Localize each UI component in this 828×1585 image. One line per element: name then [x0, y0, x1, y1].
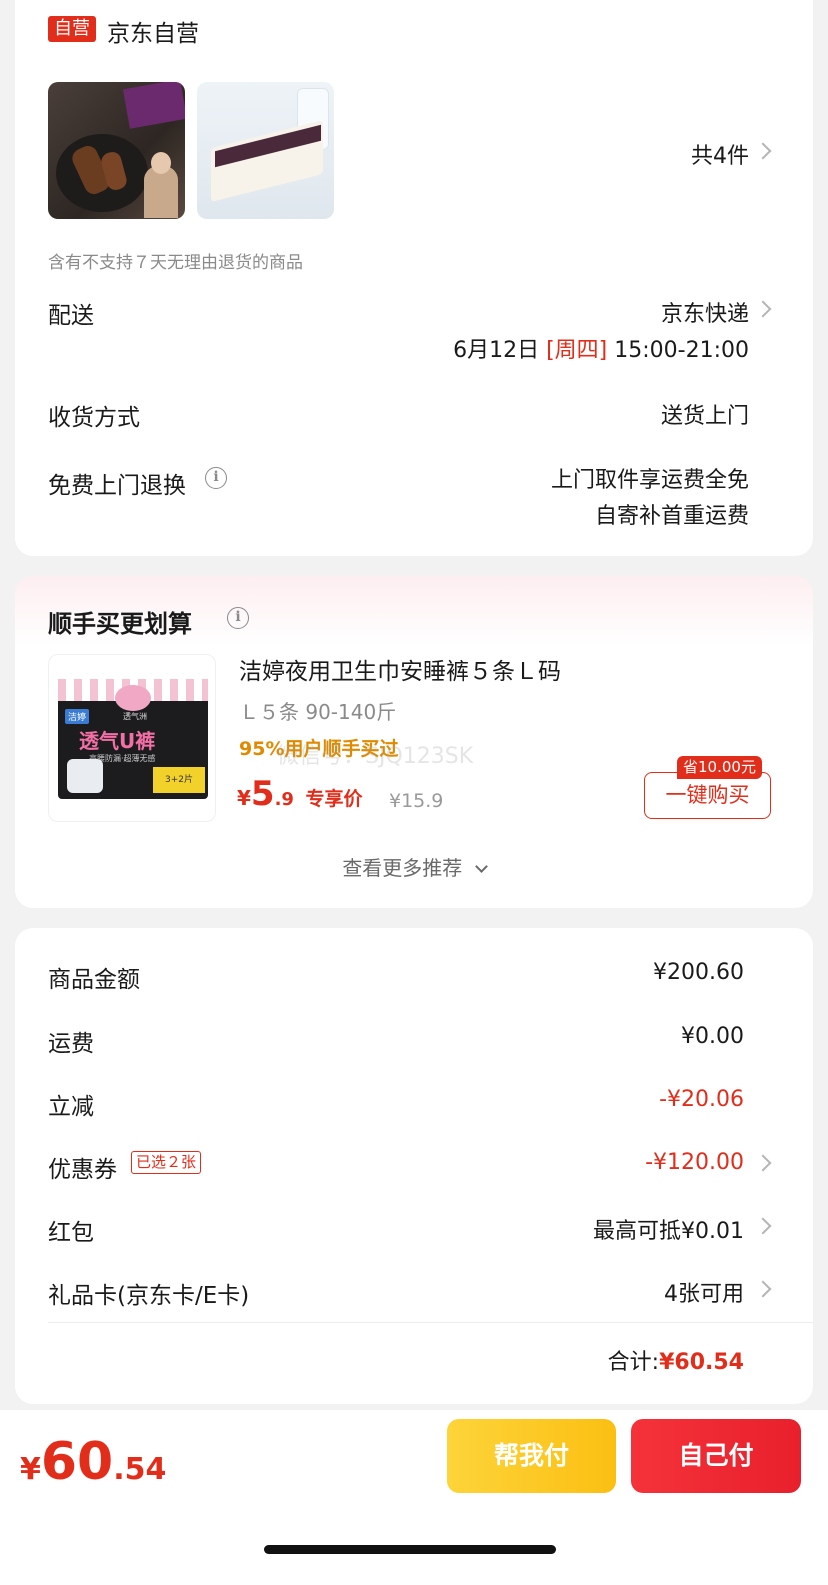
shipping-label: 运费 [48, 1031, 94, 1057]
save-badge: 省10.00元 [677, 756, 762, 779]
return-notice: 含有不支持７天无理由退货的商品 [48, 253, 303, 273]
goods-amount-value: ¥200.60 [653, 960, 744, 985]
package-brand: 洁婷 [65, 709, 90, 724]
recommend-price: ¥5.9 专享价 [237, 774, 363, 814]
watermark: 微信号：SJQ123SK [277, 744, 474, 769]
recommend-title: 顺手买更划算 [48, 610, 192, 638]
delivery-date: 6月12日 [453, 338, 540, 363]
delivery-carrier[interactable]: 京东快递 [661, 296, 749, 328]
coupon-label: 优惠券 [48, 1157, 117, 1183]
free-return-label: 免费上门退换 [48, 473, 186, 499]
red-packet-value[interactable]: 最高可抵¥0.01 [593, 1213, 744, 1245]
divider [48, 1322, 813, 1323]
info-icon[interactable]: i [205, 467, 227, 489]
package-main-text: 透气U裤 [79, 729, 156, 753]
recommend-original-price: ¥15.9 [389, 790, 444, 812]
gift-card-label: 礼品卡(京东卡/E卡) [48, 1283, 250, 1309]
product-thumbnail-wafer[interactable] [197, 82, 334, 219]
recommend-card: 顺手买更划算 i 洁婷 透气洲 透气U裤 高腰防漏·超薄无感 3+2片 洁婷夜用… [15, 576, 813, 908]
free-return-line1: 上门取件享运费全免 [550, 468, 749, 493]
self-pay-button[interactable]: 自己付 [631, 1419, 801, 1493]
final-price-symbol: ¥ [20, 1452, 41, 1487]
package-count: 3+2片 [153, 767, 205, 793]
final-price: ¥60.54 [20, 1432, 166, 1492]
more-recommend-label: 查看更多推荐 [342, 856, 463, 880]
shipping-value: ¥0.00 [681, 1024, 744, 1049]
instant-discount-label: 立减 [48, 1094, 94, 1120]
price-tag: 专享价 [305, 788, 363, 810]
subtotal-value: ¥60.54 [659, 1350, 744, 1375]
chevron-right-icon[interactable] [754, 1154, 772, 1172]
chevron-right-icon[interactable] [754, 1217, 772, 1235]
final-price-decimal: .54 [113, 1452, 167, 1487]
price-decimal: .9 [274, 789, 294, 810]
chevron-right-icon[interactable] [754, 300, 772, 318]
chevron-down-icon [474, 860, 488, 873]
order-card: 自营 京东自营 共4件 含有不支持７天无理由退货的商品 配送 京东快递 6月12… [15, 0, 813, 556]
item-count[interactable]: 共4件 [691, 138, 749, 170]
recommend-product-image[interactable]: 洁婷 透气洲 透气U裤 高腰防漏·超薄无感 3+2片 [48, 654, 216, 822]
gift-card-value[interactable]: 4张可用 [664, 1276, 744, 1308]
buy-now-button[interactable]: 一键购买 [644, 772, 771, 819]
more-recommend-link[interactable]: 查看更多推荐 [15, 852, 813, 881]
price-symbol: ¥ [237, 786, 251, 810]
subtotal: 合计:¥60.54 [608, 1344, 744, 1376]
receive-method-value: 送货上门 [660, 404, 749, 429]
summary-card: 商品金额 ¥200.60 运费 ¥0.00 立减 -¥20.06 优惠券 已选２… [15, 928, 813, 1404]
help-me-pay-button[interactable]: 帮我付 [447, 1419, 616, 1493]
delivery-slot: 15:00-21:00 [614, 338, 749, 363]
chevron-right-icon[interactable] [754, 142, 772, 160]
instant-discount-value: -¥20.06 [659, 1087, 744, 1112]
receive-method-label: 收货方式 [48, 405, 140, 431]
home-indicator [264, 1545, 556, 1554]
coupon-selected-badge: 已选２张 [131, 1151, 202, 1174]
info-icon[interactable]: i [227, 607, 249, 629]
delivery-weekday: [周四] [546, 338, 608, 363]
package-sub-brand: 透气洲 [123, 712, 147, 721]
recommend-product-name[interactable]: 洁婷夜用卫生巾安睡裤５条Ｌ码 [239, 652, 561, 686]
delivery-label: 配送 [48, 303, 94, 329]
goods-amount-label: 商品金额 [48, 967, 140, 993]
chevron-right-icon[interactable] [754, 1280, 772, 1298]
recommend-product-spec: Ｌ５条 90-140斤 [239, 700, 397, 724]
delivery-time: 6月12日 [周四] 15:00-21:00 [453, 332, 749, 364]
bottom-pay-bar: ¥60.54 帮我付 自己付 [0, 1410, 828, 1585]
price-integer: 5 [250, 774, 275, 814]
coupon-value[interactable]: -¥120.00 [645, 1150, 744, 1175]
self-operated-badge: 自营 [48, 16, 96, 42]
red-packet-label: 红包 [48, 1220, 94, 1246]
product-thumbnail-ice-cream[interactable] [48, 82, 185, 219]
final-price-integer: 60 [40, 1432, 114, 1492]
free-return-line2: 自寄补首重运费 [594, 504, 749, 529]
subtotal-label: 合计: [607, 1350, 660, 1375]
shop-name: 京东自营 [107, 21, 199, 47]
